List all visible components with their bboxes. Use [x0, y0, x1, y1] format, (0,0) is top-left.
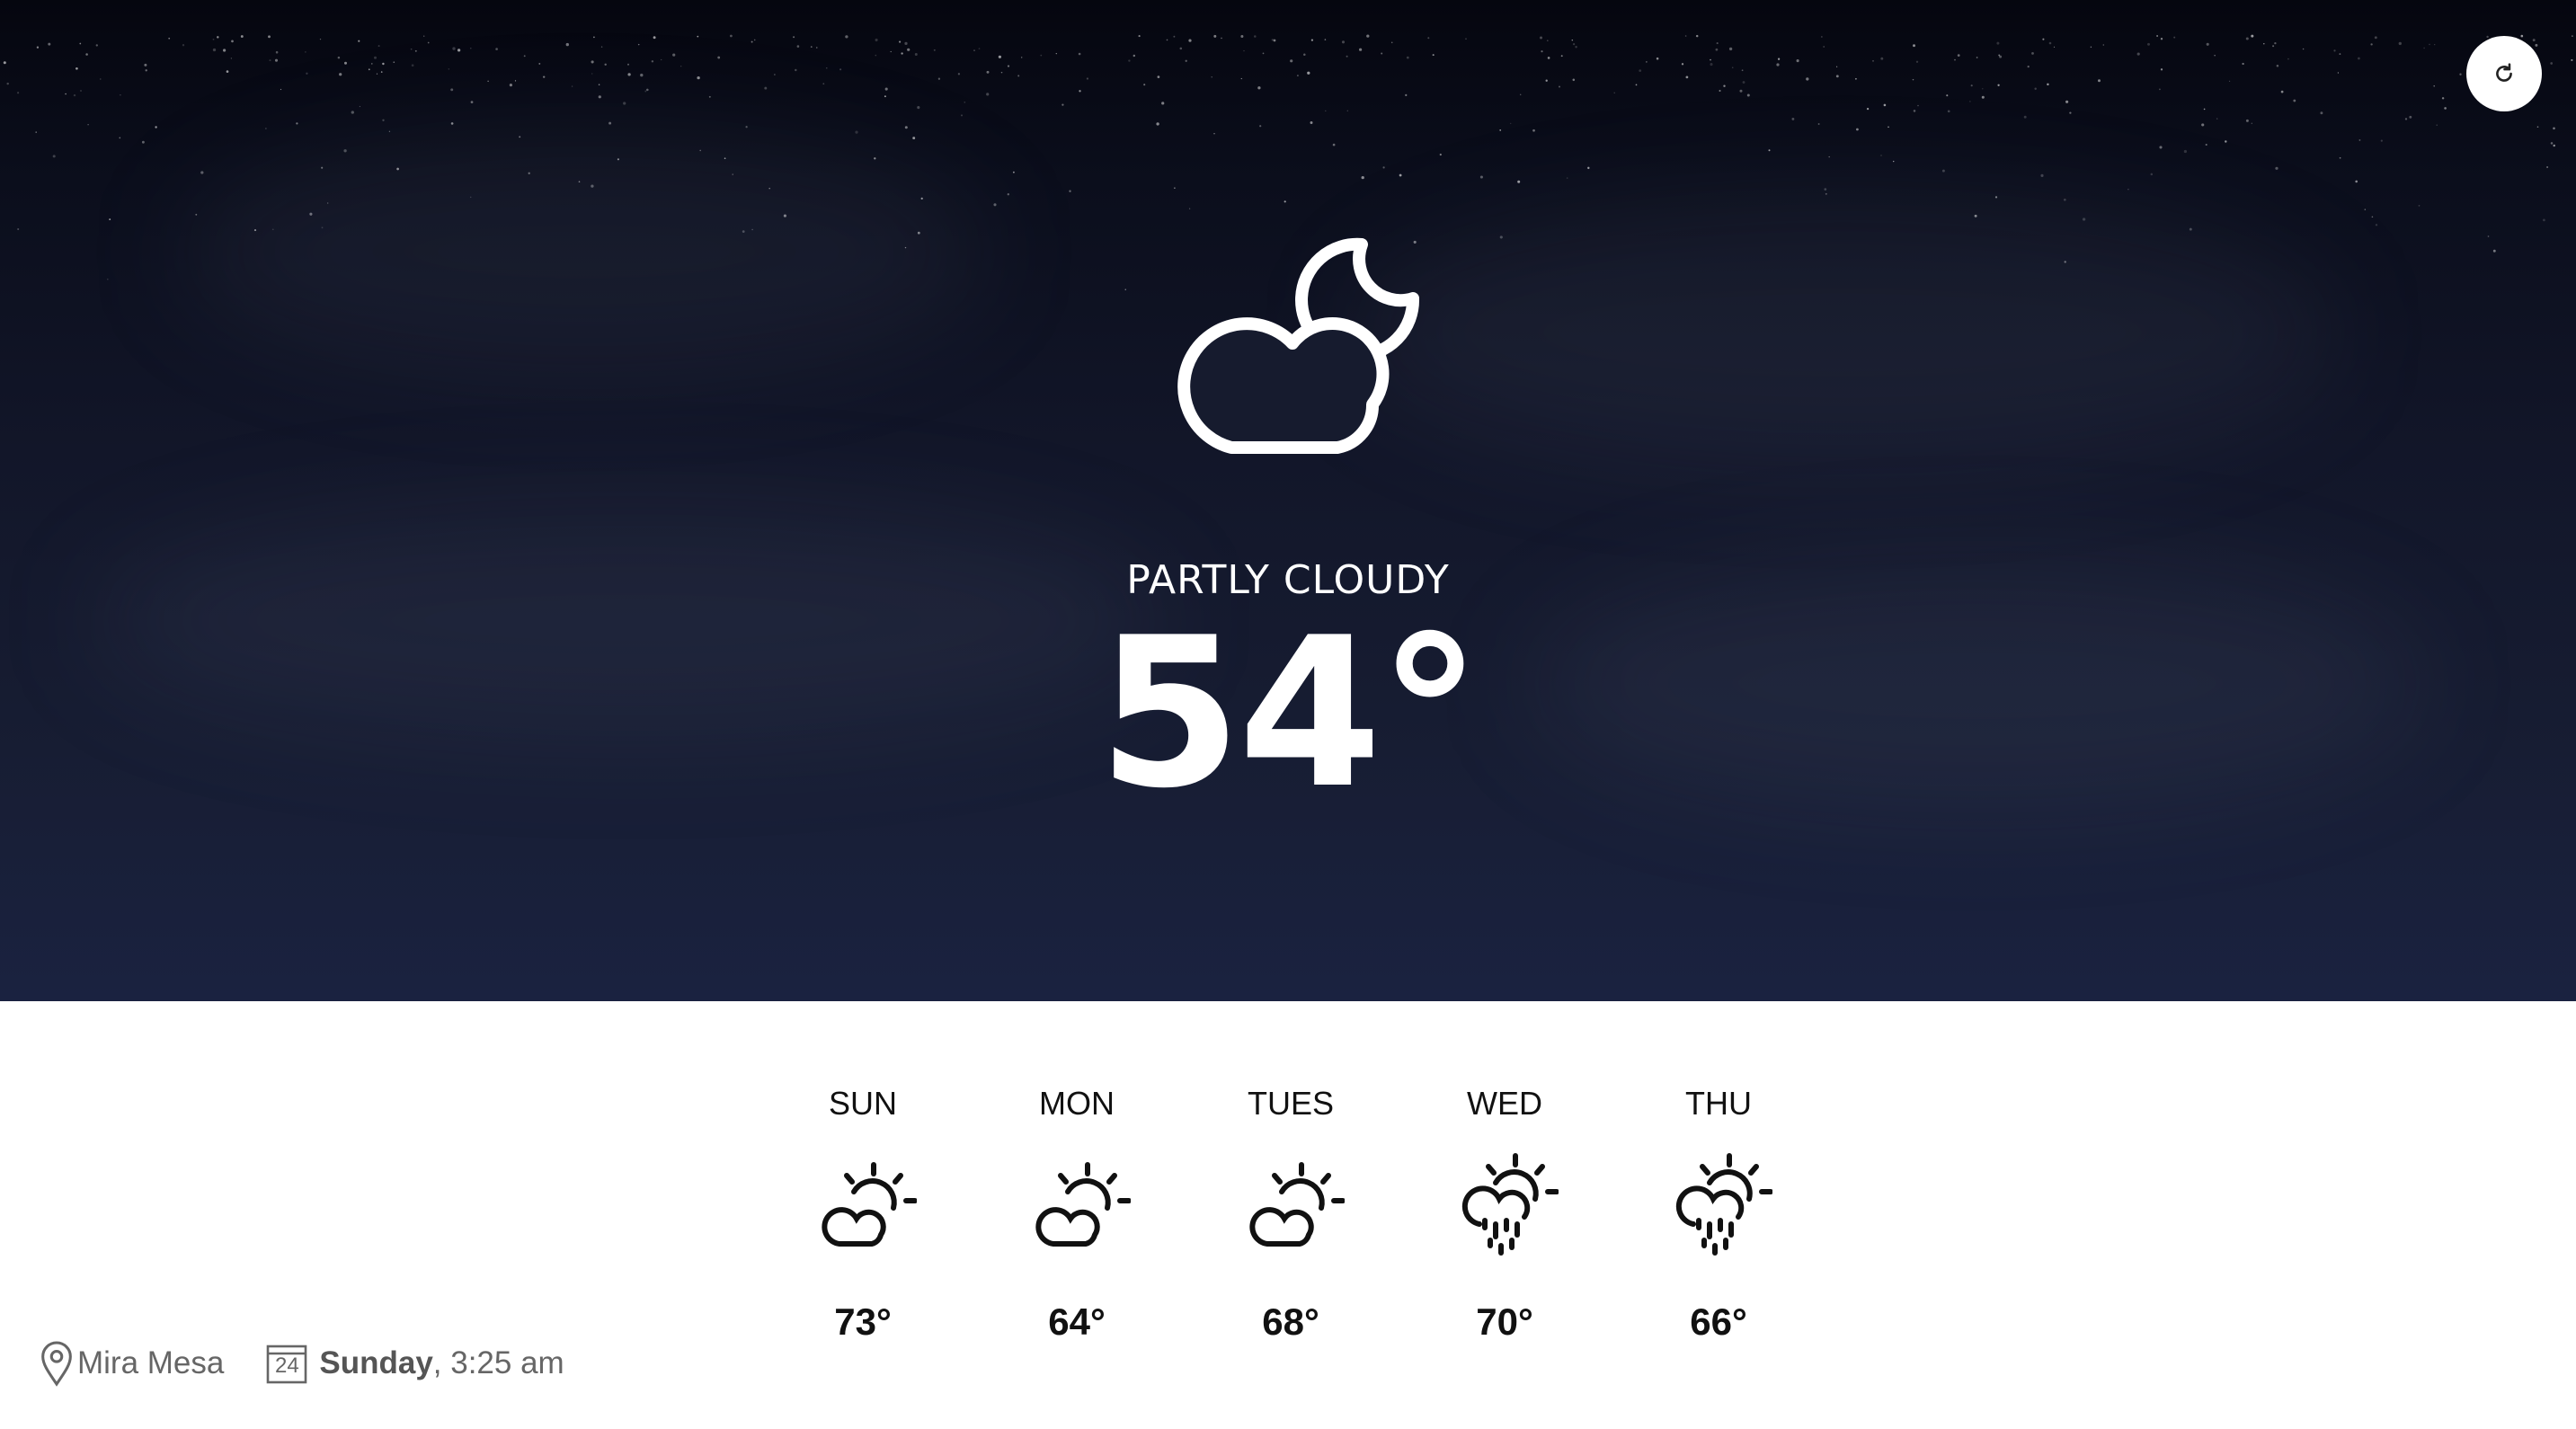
- sun-rain-icon: [1675, 1153, 1772, 1256]
- forecast-temp: 70°: [1476, 1300, 1533, 1343]
- calendar-icon: 24: [265, 1342, 308, 1385]
- sun-rain-icon: [1461, 1153, 1559, 1256]
- footer-info: Mira Mesa 24 Sunday, 3:25 am: [36, 1339, 564, 1388]
- current-temperature: 54°: [1097, 594, 1481, 834]
- location-name: Mira Mesa: [77, 1345, 225, 1380]
- forecast-temp: 68°: [1262, 1300, 1319, 1343]
- partly-sunny-icon: [822, 1162, 917, 1247]
- calendar-number: 24: [275, 1354, 299, 1378]
- forecast-day-label: SUN: [828, 1085, 897, 1122]
- partly-sunny-icon: [1249, 1162, 1345, 1247]
- forecast-day-label: WED: [1467, 1085, 1542, 1122]
- refresh-icon: [2496, 63, 2512, 82]
- forecast-temp: 73°: [834, 1300, 892, 1343]
- cloud-moon-icon: [1177, 237, 1420, 454]
- partly-sunny-icon: [1035, 1162, 1131, 1247]
- forecast-temp: 66°: [1690, 1300, 1747, 1343]
- hero-panel: PARTLY CLOUDY 54°: [0, 0, 2576, 1001]
- location-pin-icon: [41, 1341, 72, 1387]
- forecast-day-label: THU: [1685, 1085, 1752, 1122]
- forecast-day-label: MON: [1039, 1085, 1115, 1122]
- current-day: Sunday: [319, 1345, 433, 1380]
- current-time: , 3:25 am: [432, 1345, 564, 1380]
- refresh-button[interactable]: [2466, 36, 2542, 111]
- forecast-day-label: TUES: [1247, 1085, 1334, 1122]
- forecast-temp: 64°: [1048, 1300, 1106, 1343]
